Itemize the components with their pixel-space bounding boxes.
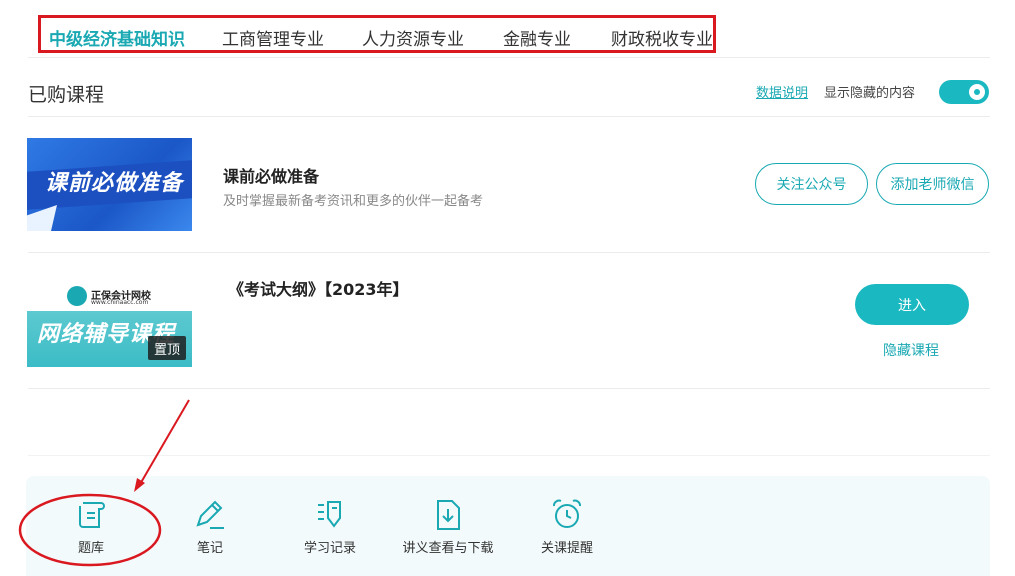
- course-subtitle: 及时掌握最新备考资讯和更多的伙伴一起备考: [223, 194, 484, 209]
- divider: [28, 388, 990, 389]
- tool-label: 笔记: [196, 541, 223, 556]
- tool-label: 学习记录: [303, 541, 356, 556]
- data-explanation-link[interactable]: 数据说明: [756, 82, 808, 101]
- divider: [28, 252, 990, 253]
- tab-human-resources[interactable]: 人力资源专业: [362, 25, 464, 50]
- thumbnail-title: 课前必做准备: [45, 171, 184, 196]
- notes-icon: [196, 500, 224, 529]
- follow-official-account-button[interactable]: 关注公众号: [755, 163, 868, 205]
- question-bank-icon: [79, 502, 105, 528]
- tool-label: 讲义查看与下载: [402, 541, 494, 556]
- school-url: www.chinaacc.com: [91, 299, 149, 306]
- tool-notes[interactable]: 笔记: [155, 497, 265, 556]
- tab-fiscal-taxation[interactable]: 财政税收专业: [611, 25, 713, 50]
- course-title[interactable]: 《考试大纲》【2023年】: [228, 276, 409, 300]
- show-hidden-label: 显示隐藏的内容: [824, 86, 916, 101]
- tool-study-record[interactable]: 学习记录: [275, 497, 385, 556]
- enter-course-button[interactable]: 进入: [855, 284, 969, 325]
- school-logo-icon: [67, 286, 87, 306]
- annotation-arrow: [138, 399, 190, 487]
- study-record-icon: [318, 501, 341, 528]
- divider: [28, 116, 990, 117]
- handout-download-icon: [437, 500, 460, 530]
- tool-label: 题库: [77, 541, 104, 556]
- tool-class-reminder[interactable]: 关课提醒: [512, 497, 622, 556]
- divider: [28, 57, 990, 58]
- tool-handout-download[interactable]: 讲义查看与下载: [393, 497, 503, 556]
- tab-economics-basics[interactable]: 中级经济基础知识: [49, 25, 185, 50]
- course-thumbnail[interactable]: 课前必做准备: [27, 138, 192, 231]
- hide-course-link[interactable]: 隐藏课程: [883, 340, 939, 360]
- page-title: 已购课程: [28, 84, 105, 106]
- tool-question-bank[interactable]: 题库: [36, 497, 146, 556]
- subject-tabs: 中级经济基础知识 工商管理专业 人力资源专业 金融专业 财政税收专业: [38, 15, 716, 53]
- pinned-badge: 置顶: [148, 336, 186, 360]
- divider: [28, 455, 990, 456]
- alarm-clock-icon: [553, 499, 581, 528]
- add-teacher-wechat-button[interactable]: 添加老师微信: [876, 163, 989, 205]
- course-title[interactable]: 课前必做准备: [223, 163, 319, 187]
- toggle-knob: [969, 84, 985, 100]
- tab-finance[interactable]: 金融专业: [503, 25, 571, 50]
- show-hidden-toggle[interactable]: [939, 80, 989, 104]
- tab-business-management[interactable]: 工商管理专业: [222, 25, 324, 50]
- tool-label: 关课提醒: [540, 541, 593, 556]
